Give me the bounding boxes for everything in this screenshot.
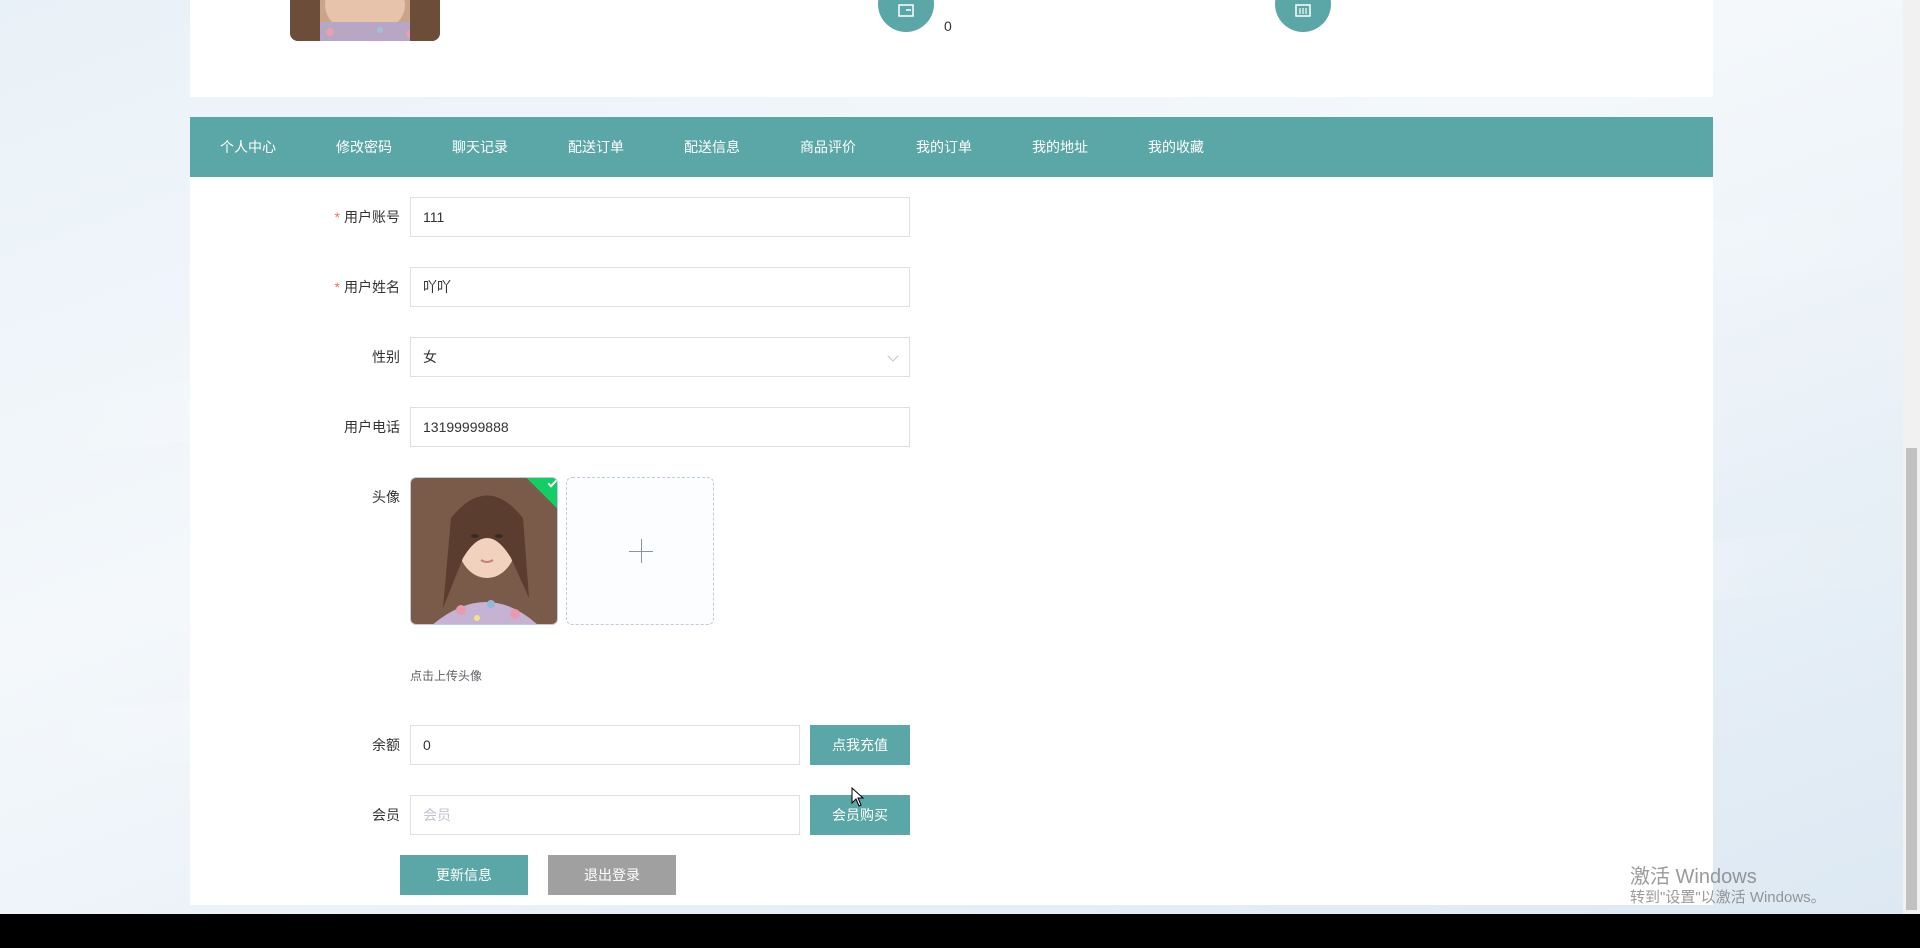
- name-input[interactable]: 吖吖: [410, 267, 910, 307]
- required-mark: *: [334, 209, 340, 225]
- nav-item-my-addresses[interactable]: 我的地址: [1002, 117, 1118, 177]
- nav-item-personal-center[interactable]: 个人中心: [190, 117, 306, 177]
- gender-select-value: 女: [423, 349, 437, 365]
- avatar-upload-hint: 点击上传头像: [410, 669, 483, 683]
- name-label: * 用户姓名: [334, 279, 400, 295]
- gender-select[interactable]: 女: [410, 337, 910, 377]
- phone-input[interactable]: 13199999888: [410, 407, 910, 447]
- nav-item-change-password[interactable]: 修改密码: [306, 117, 422, 177]
- avatar-label: 头像: [372, 489, 400, 505]
- member-label: 会员: [372, 807, 400, 823]
- chevron-down-icon: [887, 350, 899, 362]
- taskbar: [0, 914, 1920, 948]
- mouse-cursor-icon: [851, 787, 865, 807]
- account-input[interactable]: 111: [410, 197, 910, 237]
- nav-item-chat-history[interactable]: 聊天记录: [422, 117, 538, 177]
- windows-activation-title: 激活 Windows: [1630, 866, 1757, 888]
- nav-item-my-orders[interactable]: 我的订单: [886, 117, 1002, 177]
- nav-item-product-reviews[interactable]: 商品评价: [770, 117, 886, 177]
- profile-avatar: [290, 0, 440, 41]
- phone-label: 用户电话: [344, 419, 400, 435]
- user-center-nav: 个人中心 修改密码 聊天记录 配送订单 配送信息 商品评价 我的订单 我的地址 …: [190, 117, 1713, 177]
- logout-button[interactable]: 退出登录: [548, 855, 676, 895]
- update-info-button[interactable]: 更新信息: [400, 855, 528, 895]
- nav-item-delivery-orders[interactable]: 配送订单: [538, 117, 654, 177]
- nav-item-delivery-info[interactable]: 配送信息: [654, 117, 770, 177]
- windows-activation-subtitle: 转到"设置"以激活 Windows。: [1630, 889, 1826, 906]
- page-scrollbar-thumb[interactable]: [1906, 448, 1917, 910]
- check-icon: [547, 478, 557, 488]
- gender-label: 性别: [372, 349, 400, 365]
- plus-icon: [641, 539, 642, 563]
- avatar-upload-button[interactable]: [566, 477, 714, 625]
- account-label: * 用户账号: [334, 209, 400, 225]
- recharge-button[interactable]: 点我充值: [810, 725, 910, 765]
- balance-stat-value: 0: [944, 18, 952, 34]
- balance-label: 余额: [372, 737, 400, 753]
- balance-input[interactable]: 0: [410, 725, 800, 765]
- member-input[interactable]: 会员: [410, 795, 800, 835]
- uploaded-avatar-thumbnail[interactable]: [410, 477, 558, 625]
- required-mark: *: [334, 279, 340, 295]
- nav-item-my-favorites[interactable]: 我的收藏: [1118, 117, 1234, 177]
